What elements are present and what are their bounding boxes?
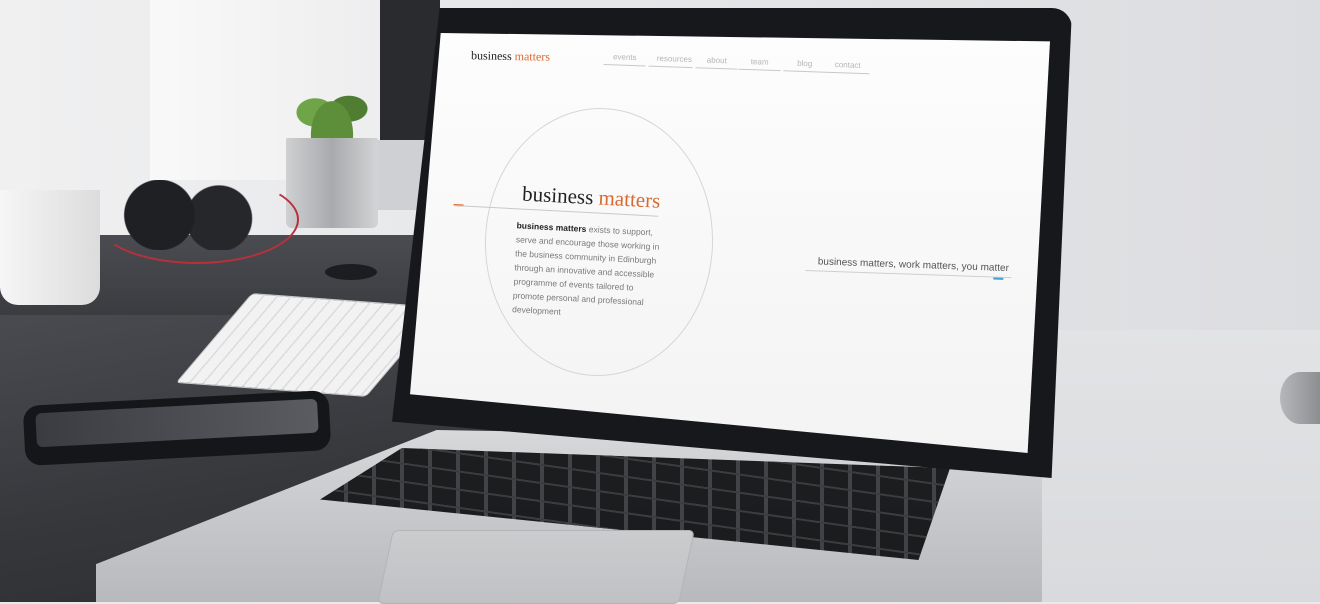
site-logo[interactable]: business matters (471, 48, 550, 64)
tagline-accent-mark (993, 277, 1004, 280)
hero-description: business matters exists to support, serv… (512, 218, 667, 324)
headphone-cable (95, 175, 299, 264)
plant-pot (286, 138, 378, 228)
nav-contact[interactable]: contact (825, 59, 870, 75)
nav-events[interactable]: events (603, 52, 646, 67)
hero-title-accent: matters (597, 185, 661, 213)
hero-description-bold: business matters (516, 220, 587, 234)
nav-resources[interactable]: resources (648, 53, 693, 69)
nav-blog[interactable]: blog (783, 58, 826, 73)
nav-about[interactable]: about (695, 55, 738, 70)
lens-cap (325, 264, 377, 280)
desk-object (1280, 372, 1320, 424)
plant-leaves (290, 68, 374, 142)
hero-description-text: exists to support, serve and encourage t… (511, 223, 660, 317)
logo-brand: business (470, 48, 512, 64)
coffee-mug (0, 190, 100, 305)
nav-team[interactable]: team (738, 56, 781, 72)
logo-accent: matters (514, 49, 551, 64)
laptop-trackpad (377, 530, 695, 604)
hero-title-main: business (521, 181, 594, 210)
